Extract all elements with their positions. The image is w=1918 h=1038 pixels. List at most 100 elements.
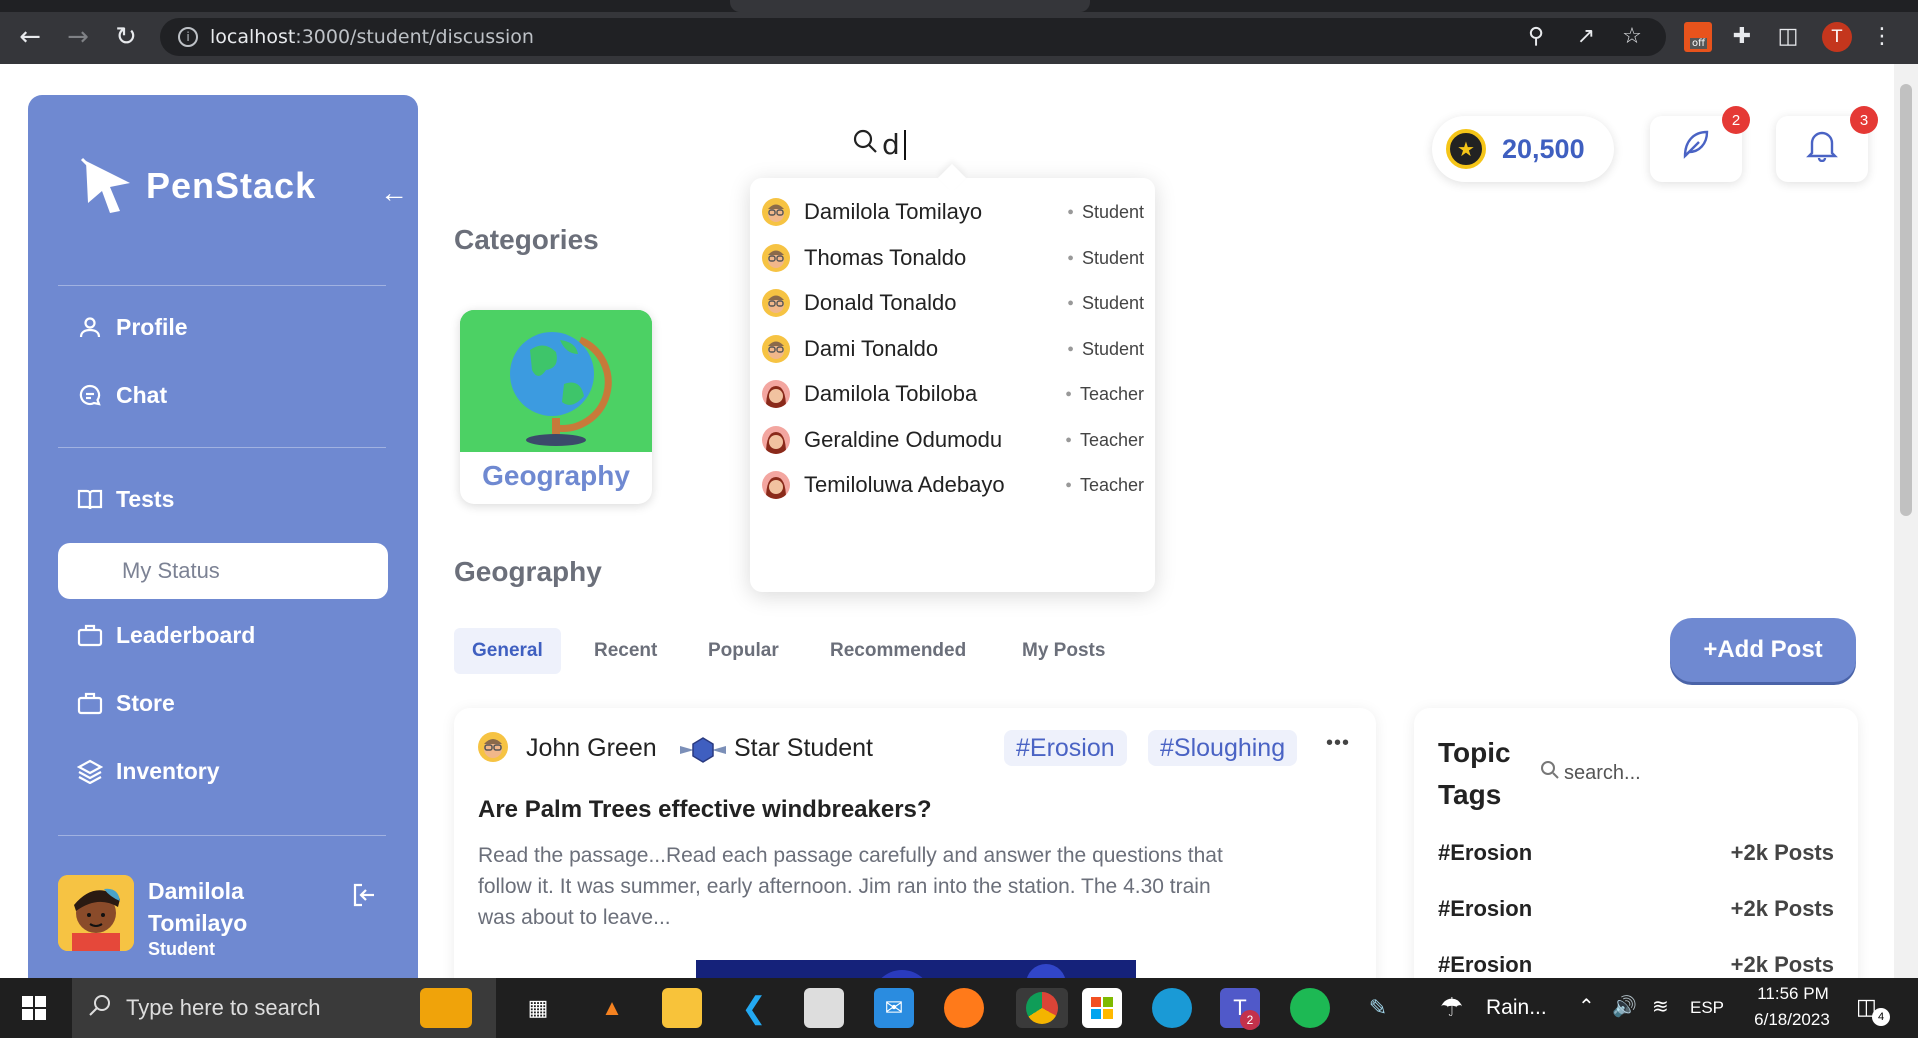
mail-icon[interactable]: ✉ [874, 988, 914, 1028]
result-role-label: Teacher [1079, 474, 1144, 495]
sidebar-divider [58, 285, 386, 286]
tab-recommended[interactable]: Recommended [830, 628, 966, 674]
url-host: localhost [210, 26, 296, 48]
topic-tag-row[interactable]: #Erosion +2k Posts [1438, 952, 1834, 978]
sidebar-item-chat[interactable]: Chat [76, 381, 167, 409]
windows-start-icon[interactable] [22, 996, 46, 1020]
result-avatar [762, 380, 790, 408]
result-role: ● Student [1067, 339, 1144, 360]
weather-label[interactable]: Rain... [1486, 996, 1547, 1020]
tab-recent[interactable]: Recent [594, 628, 657, 674]
topic-tags-title-line: Topic [1438, 737, 1511, 768]
topic-tag-row[interactable]: #Erosion +2k Posts [1438, 896, 1834, 922]
reload-icon[interactable]: ↻ [108, 19, 144, 55]
topic-tag-row[interactable]: #Erosion +2k Posts [1438, 840, 1834, 866]
clock-time[interactable]: 11:56 PM [1748, 984, 1838, 1004]
post-author[interactable]: John Green [526, 734, 657, 763]
post-body-line: was about to leave... [478, 906, 671, 929]
chat-icon [76, 381, 104, 409]
search-result-item[interactable]: Donald Tonaldo ● Student [762, 283, 1144, 323]
logout-icon[interactable] [350, 881, 378, 916]
profile-initial: T [1822, 22, 1852, 52]
sidebar-item-label: Leaderboard [116, 621, 256, 648]
forward-icon[interactable]: → [60, 19, 96, 55]
feather-icon [1679, 128, 1713, 170]
post-tag[interactable]: #Erosion [1004, 730, 1127, 766]
teams-badge: 2 [1240, 1010, 1260, 1030]
tag-search[interactable]: search... [1540, 760, 1641, 786]
taskbar-search-input[interactable]: Type here to search [126, 995, 320, 1021]
page-scrollbar[interactable] [1894, 64, 1918, 978]
app-icon[interactable] [804, 988, 844, 1028]
store-icon[interactable] [1082, 988, 1122, 1028]
collapse-sidebar-icon[interactable]: ← [380, 177, 408, 209]
more-options-icon[interactable]: ••• [1326, 732, 1350, 755]
back-icon[interactable]: ← [12, 19, 48, 55]
category-card-geography[interactable]: Geography [460, 310, 652, 504]
search-result-item[interactable]: Thomas Tonaldo ● Student [762, 238, 1144, 278]
sidebar-item-profile[interactable]: Profile [76, 313, 188, 341]
search-result-item[interactable]: Damilola Tomilayo ● Student [762, 192, 1144, 232]
notification-badge: 3 [1850, 106, 1878, 134]
spotify-icon[interactable] [1290, 988, 1330, 1028]
scrollbar-thumb[interactable] [1900, 84, 1912, 516]
person-icon: ● [1067, 343, 1074, 355]
wifi-icon[interactable]: ≋ [1652, 994, 1669, 1019]
weather-icon[interactable]: ☂ [1440, 992, 1463, 1023]
add-post-button[interactable]: +Add Post [1670, 618, 1856, 682]
key-icon[interactable]: ⚲ [1520, 20, 1552, 52]
search-result-item[interactable]: Damilola Tobiloba ● Teacher [762, 374, 1144, 414]
tab-my-posts[interactable]: My Posts [1022, 628, 1105, 674]
search-input[interactable]: d [882, 128, 900, 161]
post-title[interactable]: Are Palm Trees effective windbreakers? [478, 796, 932, 824]
logo[interactable]: PenStack [80, 157, 316, 215]
tag-search-input[interactable]: search... [1564, 762, 1641, 785]
notification-center-badge: 4 [1872, 1008, 1890, 1026]
pdf-extension-icon[interactable]: off [1684, 22, 1712, 52]
user-search[interactable]: d [852, 128, 906, 161]
browser-tab[interactable] [730, 0, 1090, 12]
post-tag[interactable]: #Sloughing [1148, 730, 1298, 766]
user-name-last: Tomilayo [148, 910, 248, 936]
vscode-icon[interactable]: ❮ [734, 988, 774, 1028]
sidebar-item-inventory[interactable]: Inventory [76, 757, 220, 785]
firefox-icon[interactable] [944, 988, 984, 1028]
address-bar[interactable]: i localhost:3000/student/discussion [160, 18, 1666, 56]
search-result-item[interactable]: Dami Tonaldo ● Student [762, 329, 1144, 369]
edge-icon[interactable] [1152, 988, 1192, 1028]
tab-general[interactable]: General [454, 628, 561, 674]
search-result-item[interactable]: Temiloluwa Adebayo ● Teacher [762, 465, 1144, 505]
share-icon[interactable]: ↗ [1570, 20, 1602, 52]
file-explorer-icon[interactable] [662, 988, 702, 1028]
search-result-item[interactable]: Geraldine Odumodu ● Teacher [762, 420, 1144, 460]
result-avatar [762, 426, 790, 454]
star-icon[interactable]: ☆ [1616, 20, 1648, 52]
language-indicator[interactable]: ESP [1690, 998, 1724, 1018]
clock-date[interactable]: 6/18/2023 [1742, 1010, 1842, 1030]
sidebar-item-my-status[interactable]: My Status [58, 543, 388, 599]
vlc-icon[interactable]: ▲ [592, 988, 632, 1028]
profile-avatar[interactable]: T [1822, 22, 1852, 52]
post-card[interactable]: John Green Star Student #Erosion #Slough… [454, 708, 1376, 998]
chevron-up-icon[interactable]: ⌃ [1578, 994, 1595, 1019]
site-info-icon[interactable]: i [178, 27, 198, 47]
coin-balance[interactable]: ★ 20,500 [1432, 116, 1614, 182]
bell-icon [1806, 128, 1838, 170]
extensions-icon[interactable]: ✚ [1726, 20, 1758, 52]
person-icon: ● [1067, 297, 1074, 309]
result-avatar [762, 289, 790, 317]
sidebar-item-store[interactable]: Store [76, 689, 175, 717]
briefcase-app-icon[interactable] [420, 988, 472, 1028]
chrome-icon[interactable] [1016, 988, 1068, 1028]
volume-icon[interactable]: 🔊 [1612, 994, 1637, 1019]
sidebar-item-tests[interactable]: Tests [76, 485, 174, 513]
task-view-icon[interactable]: ▦ [518, 988, 558, 1028]
user-card[interactable]: Damilola Tomilayo Student [58, 875, 247, 960]
tab-popular[interactable]: Popular [708, 628, 779, 674]
sidebar: PenStack ← Profile Chat Tests My Status … [28, 95, 418, 978]
side-panel-icon[interactable]: ◫ [1772, 20, 1804, 52]
result-avatar [762, 244, 790, 272]
notepad-icon[interactable]: ✎ [1358, 988, 1398, 1028]
menu-kebab-icon[interactable]: ⋮ [1866, 20, 1898, 52]
sidebar-item-leaderboard[interactable]: Leaderboard [76, 621, 255, 649]
